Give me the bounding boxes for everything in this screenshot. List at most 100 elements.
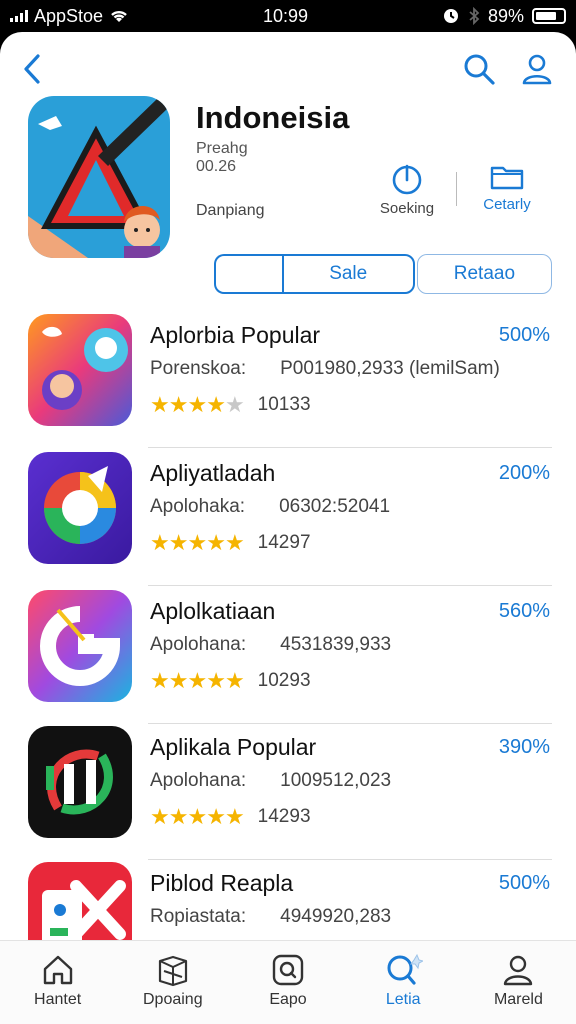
app-meta-label: Ropiastata:: [150, 906, 247, 927]
list-item[interactable]: Aplorbia Popular Porenskoa: P001980,2933 …: [0, 312, 576, 448]
star-icon: ★: [206, 392, 226, 417]
app-name: Apliyatladah: [150, 460, 276, 486]
app-name: Aplorbia Popular: [150, 322, 321, 348]
star-rating: ★★★★★: [150, 392, 245, 418]
app-screen: Indoneisia Preahg 00.26 Danpiang Soeking…: [0, 32, 576, 1024]
app-percent: 500%: [498, 324, 550, 346]
power-icon: [392, 164, 422, 195]
app-name: Aplolkatiaan: [150, 598, 276, 624]
app-developer: Danpiang: [196, 202, 265, 219]
search-icon: [387, 953, 424, 985]
segment-control: Sale Retaao: [214, 254, 552, 294]
app-meta-label: Apolohana:: [150, 634, 247, 655]
list-item[interactable]: Apliyatladah Apolohaka: 06302:52041 ★★★★★…: [0, 450, 576, 586]
signal-icon: [10, 10, 28, 22]
star-icon: ★: [168, 530, 189, 555]
app-rating: ★★★★★ 14297: [150, 530, 311, 556]
app-name: Piblod Reapla: [150, 870, 294, 896]
tab-label: Eapo: [269, 991, 307, 1008]
sorting-action[interactable]: Soeking: [362, 162, 452, 217]
rating-count: 14293: [257, 806, 311, 827]
app-meta: Apolohana: 4531839,933: [150, 634, 391, 656]
star-icon: ★: [187, 804, 207, 829]
segment-blank[interactable]: [214, 254, 282, 294]
star-icon: ★: [187, 530, 207, 555]
app-meta: Apolohaka: 06302:52041: [150, 496, 390, 518]
sorting-label: Soeking: [379, 200, 435, 217]
star-icon: ★: [224, 804, 245, 829]
carrier-label: AppStoe: [34, 5, 104, 26]
app-rating: ★★★★★ 10293: [150, 668, 311, 694]
star-icon: ★: [168, 804, 189, 829]
tab-label: Mareld: [493, 991, 543, 1008]
app-meta: Apolohana: 1009512,023: [150, 770, 391, 792]
tab-label: Dpoaing: [143, 991, 203, 1008]
list-item[interactable]: Aplolkatiaan Apolohana: 4531839,933 ★★★★★…: [0, 588, 576, 724]
rating-count: 14297: [257, 532, 311, 553]
app-meta: Ropiastata: 4949920,283: [150, 906, 391, 928]
bluetooth-icon: [469, 7, 480, 25]
star-icon: ★: [224, 392, 245, 417]
tab-letia[interactable]: Letia: [346, 941, 461, 1024]
app-rating: ★★★★★ 14293: [150, 804, 311, 830]
star-icon: ★: [168, 392, 189, 417]
app-meta-value: P001980,2933 (lemilSam): [280, 358, 500, 379]
segment-related[interactable]: Retaao: [416, 254, 552, 294]
app-meta-label: Apolohaka:: [150, 496, 246, 517]
app-percent: 200%: [498, 462, 550, 484]
tab-dpoaing[interactable]: Dpoaing: [115, 941, 230, 1024]
category-action[interactable]: Cetarly: [462, 162, 552, 213]
app-meta-label: Porenskoa:: [150, 358, 247, 379]
folder-icon: [490, 166, 524, 190]
app-meta-value: 4949920,283: [280, 906, 392, 927]
app-meta: Porenskoa: P001980,2933 (lemilSam): [150, 358, 500, 380]
star-icon: ★: [206, 530, 226, 555]
app-rating: ★★★★★ 10133: [150, 392, 311, 418]
star-icon: ★: [150, 804, 170, 829]
back-chevron-icon[interactable]: [18, 52, 48, 86]
person-icon: [504, 955, 533, 986]
tab-home[interactable]: Hantet: [0, 941, 115, 1024]
action-divider: [456, 172, 457, 206]
app-icon: [28, 452, 132, 564]
app-percent: 560%: [498, 600, 550, 622]
app-hero: Indoneisia Preahg 00.26 Danpiang Soeking…: [28, 96, 552, 326]
status-time: 10:99: [262, 5, 309, 26]
app-icon: [28, 590, 132, 702]
app-meta-value: 06302:52041: [279, 496, 391, 517]
star-icon: ★: [224, 668, 245, 693]
star-rating: ★★★★★: [150, 530, 245, 556]
star-icon: ★: [150, 392, 170, 417]
status-left: AppStoe: [10, 6, 129, 27]
status-bar: AppStoe 10:99 89%: [0, 0, 576, 32]
tab-label: Hantet: [34, 991, 82, 1008]
tab-bar: Hantet Dpoaing Eapo Letia Mareld: [0, 940, 576, 1024]
star-icon: ★: [150, 530, 170, 555]
category-label: Cetarly: [483, 196, 531, 213]
tab-label: Letia: [385, 991, 421, 1008]
tab-mareld[interactable]: Mareld: [461, 941, 576, 1024]
app-version: 00.26: [196, 158, 237, 175]
app-name: Aplikala Popular: [150, 734, 317, 760]
wifi-icon: [111, 10, 127, 22]
app-title: Indoneisia: [196, 100, 350, 135]
rating-count: 10293: [257, 670, 311, 691]
app-meta-value: 1009512,023: [280, 770, 392, 791]
app-icon[interactable]: [28, 96, 170, 258]
star-icon: ★: [187, 392, 207, 417]
row-divider: [148, 447, 552, 448]
star-icon: ★: [206, 804, 226, 829]
app-meta-label: Apolohana:: [150, 770, 247, 791]
row-divider: [148, 585, 552, 586]
segment-sale[interactable]: Sale: [281, 254, 415, 294]
star-icon: ★: [187, 668, 207, 693]
star-icon: ★: [206, 668, 226, 693]
app-icon: [28, 314, 132, 426]
profile-icon[interactable]: [520, 52, 554, 86]
tab-eapo[interactable]: Eapo: [230, 941, 345, 1024]
star-rating: ★★★★★: [150, 668, 245, 694]
app-subtitle: Preahg: [196, 140, 248, 157]
search-icon[interactable]: [462, 52, 496, 86]
box-icon: [158, 955, 187, 987]
list-item[interactable]: Aplikala Popular Apolohana: 1009512,023 ★…: [0, 724, 576, 860]
